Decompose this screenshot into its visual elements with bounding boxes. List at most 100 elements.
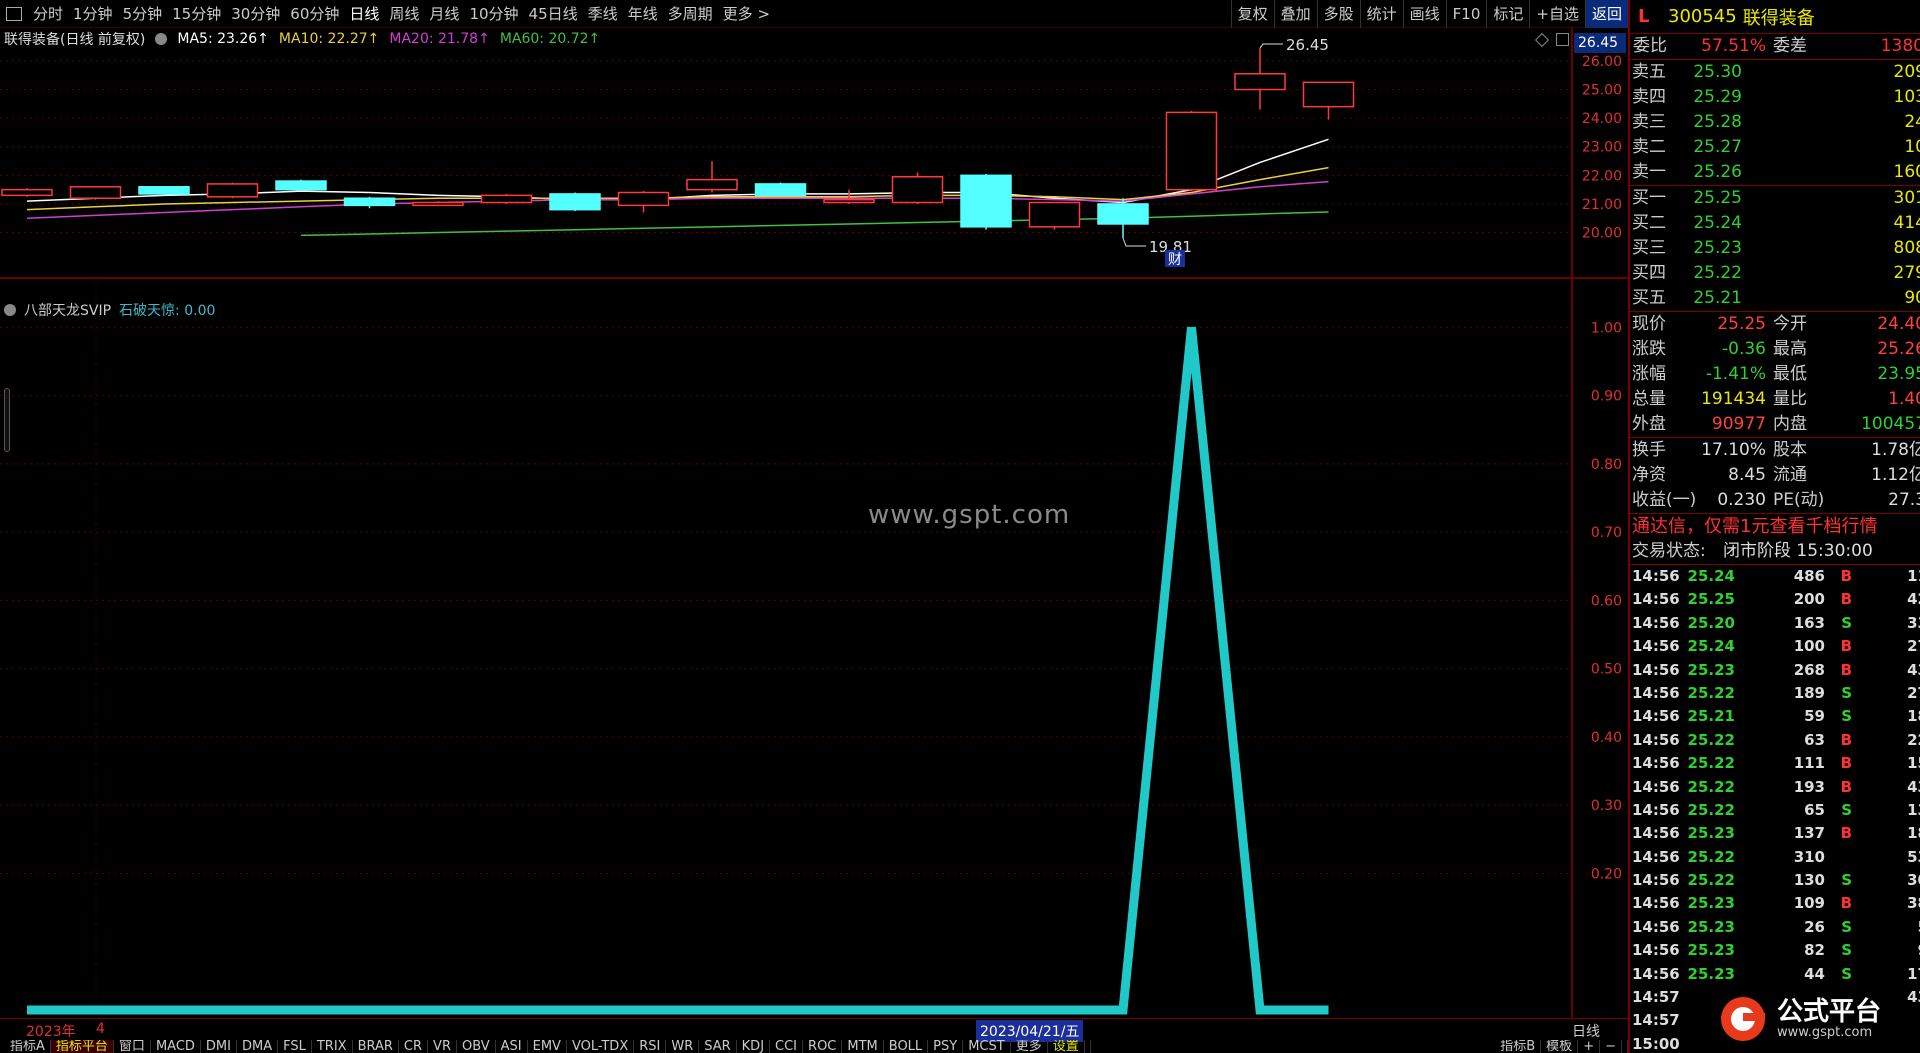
period-tab-7[interactable]: 周线 xyxy=(384,0,424,28)
toolbar-action-6[interactable]: 标记 xyxy=(1486,0,1529,28)
candle-body[interactable] xyxy=(754,183,807,197)
indicator-tab-13[interactable]: EMV xyxy=(528,1040,567,1053)
candle-body[interactable] xyxy=(1028,201,1081,228)
candle-body[interactable] xyxy=(480,194,533,204)
indicator-tab-right-2[interactable]: + xyxy=(1578,1040,1601,1053)
candle-body[interactable] xyxy=(412,201,464,207)
period-tab-10[interactable]: 45日线 xyxy=(524,0,583,28)
month-label: 4 xyxy=(96,1021,105,1037)
period-tab-11[interactable]: 季线 xyxy=(583,0,623,28)
toolbar-action-8[interactable]: 返回 xyxy=(1584,0,1628,28)
period-tab-14[interactable]: 更多 > xyxy=(718,0,775,28)
toolbar-action-4[interactable]: 画线 xyxy=(1402,0,1446,28)
indicator-tab-22[interactable]: BOLL xyxy=(884,1040,929,1053)
candle-body[interactable] xyxy=(891,176,944,204)
candle-body[interactable] xyxy=(206,183,259,198)
indicator-name[interactable]: 八部天龙SVIP xyxy=(24,300,111,320)
indicator-tab-18[interactable]: KDJ xyxy=(737,1040,771,1053)
tick-t: 14:56 xyxy=(1632,777,1680,796)
indicator-tab-20[interactable]: ROC xyxy=(803,1040,843,1053)
tick-p: 25.22 xyxy=(1687,754,1735,773)
candle-body[interactable] xyxy=(69,186,122,199)
indicator-axis-label: 0.50 xyxy=(1591,662,1622,678)
period-tab-3[interactable]: 15分钟 xyxy=(167,0,226,28)
indicator-tab-19[interactable]: CCI xyxy=(770,1040,804,1053)
toolbar-action-3[interactable]: 统计 xyxy=(1359,0,1403,28)
toolbar-action-7[interactable]: +自选 xyxy=(1529,0,1585,28)
indicator-tab-26[interactable]: 设置 xyxy=(1048,1040,1085,1053)
stat-l2: 量比 xyxy=(1773,389,1807,409)
candle-body[interactable] xyxy=(1234,73,1286,91)
indicator-tab-16[interactable]: WR xyxy=(666,1040,700,1053)
period-tab-1[interactable]: 1分钟 xyxy=(68,0,118,28)
candle-body[interactable] xyxy=(1165,111,1218,191)
promo-text[interactable]: 通达信，仅需1元查看千档行情 xyxy=(1632,514,1877,539)
period-tab-9[interactable]: 10分钟 xyxy=(464,0,523,28)
period-tab-8[interactable]: 月线 xyxy=(424,0,464,28)
indicator-tab-25[interactable]: 更多 xyxy=(1011,1040,1048,1053)
tick-s: B xyxy=(1840,637,1852,656)
tick-t: 14:56 xyxy=(1632,917,1680,936)
candle-body[interactable] xyxy=(960,174,1012,228)
tick-p: 25.24 xyxy=(1687,637,1735,656)
toolbar-action-1[interactable]: 叠加 xyxy=(1273,0,1317,28)
bids-label: 买一 xyxy=(1632,188,1666,208)
toolbar-action-2[interactable]: 多股 xyxy=(1316,0,1360,28)
indicator-tab-right-3[interactable]: − xyxy=(1600,1040,1622,1053)
indicator-tab-11[interactable]: OBV xyxy=(457,1040,496,1053)
tick-t: 15:00 xyxy=(1632,1034,1680,1053)
scroll-handle[interactable] xyxy=(4,388,10,452)
indicator-tab-5[interactable]: DMA xyxy=(237,1040,279,1053)
tick-s: S xyxy=(1841,707,1852,726)
period-tab-4[interactable]: 30分钟 xyxy=(226,0,285,28)
asks-price: 25.29 xyxy=(1693,87,1742,107)
candle-body[interactable] xyxy=(549,193,601,211)
period-tab-0[interactable]: 分时 xyxy=(28,0,68,28)
indicator-tab-7[interactable]: TRIX xyxy=(312,1040,353,1053)
period-tab-6[interactable]: 日线 xyxy=(344,0,384,28)
weibi-row: 委比 57.51% 委差 1380 xyxy=(1630,34,1920,59)
indicator-tab-17[interactable]: SAR xyxy=(699,1040,737,1053)
date-bar: 2023年 4 2023/04/21/五 日线 xyxy=(0,1018,1628,1042)
candle-body[interactable] xyxy=(823,198,875,204)
candle-body[interactable] xyxy=(1097,203,1149,225)
indicator-tab-right-1[interactable]: 模板 xyxy=(1541,1040,1579,1053)
indicator-tab-6[interactable]: FSL xyxy=(278,1040,312,1053)
tick-s: B xyxy=(1840,894,1852,913)
indicator-tab-14[interactable]: VOL-TDX xyxy=(567,1040,635,1053)
toolbar-action-0[interactable]: 复权 xyxy=(1230,0,1274,28)
indicator-tab-9[interactable]: CR xyxy=(399,1040,429,1053)
indicator-tab-3[interactable]: MACD xyxy=(151,1040,201,1053)
tick-n: 13 xyxy=(1907,800,1920,819)
candle-body[interactable] xyxy=(1,188,53,197)
indicator-tab-21[interactable]: MTM xyxy=(842,1040,884,1053)
candle-body[interactable] xyxy=(275,180,327,191)
candle-body[interactable] xyxy=(343,197,396,207)
toolbar-action-5[interactable]: F10 xyxy=(1445,0,1487,28)
period-tab-5[interactable]: 60分钟 xyxy=(285,0,344,28)
indicator-tab-10[interactable]: VR xyxy=(428,1040,457,1053)
indicator-tab-1[interactable]: 指标平台 xyxy=(50,1040,114,1053)
indicator-tab-23[interactable]: PSY xyxy=(928,1040,964,1053)
indicator-tab-2[interactable]: 窗口 xyxy=(114,1040,151,1053)
indicator-tab-8[interactable]: BRAR xyxy=(353,1040,399,1053)
indicator-tab-4[interactable]: DMI xyxy=(201,1040,237,1053)
tick-s: B xyxy=(1840,777,1852,796)
menu-icon[interactable] xyxy=(6,6,22,21)
l-marker: L xyxy=(1638,6,1650,27)
period-tab-13[interactable]: 多周期 xyxy=(663,0,718,28)
promo-row[interactable]: 通达信，仅需1元查看千档行情 xyxy=(1630,514,1920,539)
candle-body[interactable] xyxy=(617,191,670,207)
candle-body[interactable] xyxy=(686,178,738,191)
candle-body[interactable] xyxy=(138,186,190,195)
period-tab-12[interactable]: 年线 xyxy=(623,0,663,28)
tick-s: S xyxy=(1841,941,1852,960)
indicator-tab-12[interactable]: ASI xyxy=(496,1040,528,1053)
period-tab-2[interactable]: 5分钟 xyxy=(118,0,168,28)
collapse-icon[interactable] xyxy=(4,304,16,316)
candle-body[interactable] xyxy=(1302,81,1355,108)
indicator-tab-right-0[interactable]: 指标B xyxy=(1495,1040,1542,1053)
indicator-tab-15[interactable]: RSI xyxy=(634,1040,667,1053)
indicator-tab-24[interactable]: MCST xyxy=(963,1040,1011,1053)
indicator-tab-0[interactable]: 指标A xyxy=(5,1040,51,1053)
